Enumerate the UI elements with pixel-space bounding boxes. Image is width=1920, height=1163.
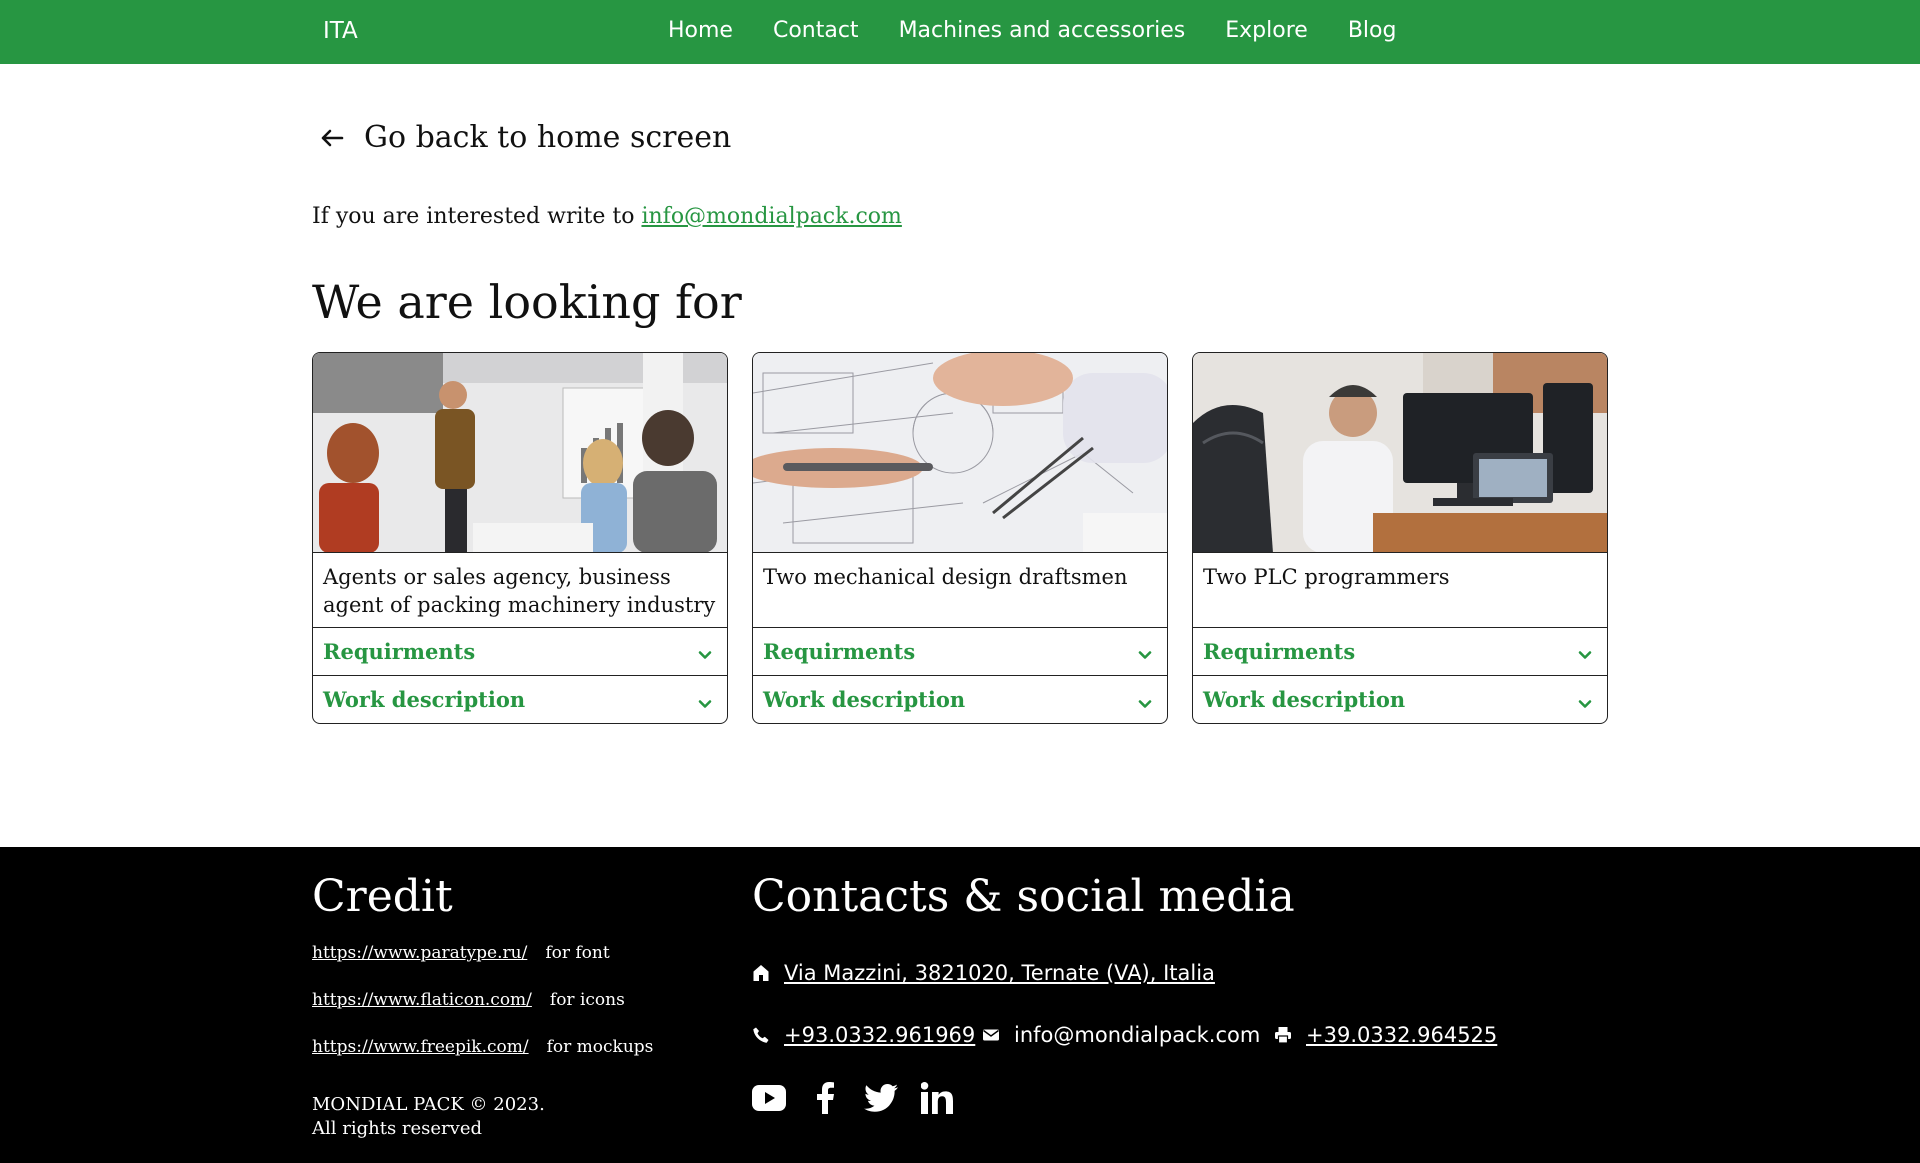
- chevron-down-icon: [697, 643, 713, 660]
- nav-link-contact[interactable]: Contact: [773, 18, 859, 43]
- job-card-title: Two mechanical design draftsmen: [753, 551, 1167, 628]
- address-row: Via Mazzini, 3821020, Ternate (VA), Ital…: [752, 961, 1215, 985]
- email-text: info@mondialpack.com: [1014, 1023, 1261, 1047]
- requirements-label: Requirments: [323, 638, 476, 664]
- fax-row: +39.0332.964525: [1274, 1023, 1497, 1047]
- twitter-icon[interactable]: [864, 1081, 898, 1115]
- top-navbar: ITA Home Contact Machines and accessorie…: [0, 0, 1920, 64]
- work-description-label: Work description: [323, 687, 526, 713]
- phone-row: +93.0332.961969: [752, 1023, 975, 1047]
- phone-icon: [752, 1026, 770, 1044]
- work-description-toggle[interactable]: Work description: [313, 675, 727, 723]
- credit-for-label: for icons: [549, 990, 625, 1010]
- job-card-image-programmer: [1193, 353, 1607, 552]
- nav-link-explore[interactable]: Explore: [1225, 18, 1308, 43]
- requirements-toggle[interactable]: Requirments: [313, 628, 727, 676]
- back-to-home-link[interactable]: Go back to home screen: [318, 120, 731, 155]
- copyright: MONDIAL PACK © 2023. All rights reserved: [312, 1093, 545, 1141]
- youtube-icon[interactable]: [752, 1081, 786, 1115]
- interest-text: If you are interested write to info@mond…: [312, 204, 902, 229]
- mail-icon: [982, 1026, 1000, 1044]
- back-link-label: Go back to home screen: [364, 120, 732, 155]
- credit-row: https://www.paratype.ru/ for font: [312, 943, 610, 963]
- job-card: Two PLC programmers Requirments Work des…: [1192, 352, 1608, 724]
- arrow-left-icon: [318, 124, 346, 152]
- page-title: We are looking for: [312, 275, 742, 329]
- job-cards: Agents or sales agency, business agent o…: [312, 352, 1608, 724]
- job-card-title: Two PLC programmers: [1193, 551, 1607, 628]
- job-card: Two mechanical design draftsmen Requirme…: [752, 352, 1168, 724]
- job-card-title: Agents or sales agency, business agent o…: [313, 551, 727, 628]
- credit-link-paratype[interactable]: https://www.paratype.ru/: [312, 943, 527, 963]
- credit-title: Credit: [312, 871, 453, 922]
- linkedin-icon[interactable]: [920, 1081, 954, 1115]
- work-description-label: Work description: [1203, 687, 1406, 713]
- language-switch-ita[interactable]: ITA: [323, 18, 358, 44]
- chevron-down-icon: [1137, 692, 1153, 708]
- credit-for-label: for font: [545, 943, 610, 963]
- fax-link[interactable]: +39.0332.964525: [1306, 1023, 1497, 1047]
- credit-link-flaticon[interactable]: https://www.flaticon.com/: [312, 990, 532, 1010]
- job-card-image-blueprint: [753, 353, 1167, 552]
- job-card: Agents or sales agency, business agent o…: [312, 352, 728, 724]
- nav-link-machines[interactable]: Machines and accessories: [899, 18, 1186, 43]
- chevron-down-icon: [1577, 643, 1593, 660]
- email-row: info@mondialpack.com: [982, 1023, 1260, 1047]
- interest-email-link[interactable]: info@mondialpack.com: [641, 204, 901, 229]
- work-description-toggle[interactable]: Work description: [753, 675, 1167, 723]
- chevron-down-icon: [1577, 692, 1593, 708]
- printer-icon: [1274, 1026, 1292, 1044]
- address-link[interactable]: Via Mazzini, 3821020, Ternate (VA), Ital…: [784, 961, 1215, 985]
- phone-link[interactable]: +93.0332.961969: [784, 1023, 975, 1047]
- nav-links: Home Contact Machines and accessories Ex…: [668, 18, 1396, 43]
- credit-row: https://www.freepik.com/ for mockups: [312, 1037, 653, 1057]
- requirements-toggle[interactable]: Requirments: [1193, 628, 1607, 676]
- home-icon: [752, 964, 770, 982]
- chevron-down-icon: [697, 692, 713, 708]
- requirements-label: Requirments: [1203, 638, 1356, 664]
- credit-row: https://www.flaticon.com/ for icons: [312, 990, 625, 1010]
- chevron-down-icon: [1137, 643, 1153, 660]
- footer: Credit https://www.paratype.ru/ for font…: [0, 847, 1920, 1163]
- nav-link-home[interactable]: Home: [668, 18, 733, 43]
- requirements-label: Requirments: [763, 638, 916, 664]
- credit-for-label: for mockups: [546, 1037, 654, 1057]
- requirements-toggle[interactable]: Requirments: [753, 628, 1167, 676]
- social-links: [752, 1081, 954, 1115]
- credit-link-freepik[interactable]: https://www.freepik.com/: [312, 1037, 529, 1057]
- nav-link-blog[interactable]: Blog: [1348, 18, 1397, 43]
- contacts-title: Contacts & social media: [752, 871, 1295, 922]
- work-description-toggle[interactable]: Work description: [1193, 675, 1607, 723]
- interest-label: If you are interested write to: [312, 204, 635, 229]
- facebook-icon[interactable]: [808, 1081, 842, 1115]
- copyright-line: MONDIAL PACK © 2023.: [312, 1094, 545, 1115]
- job-card-image-meeting: [313, 353, 727, 552]
- rights-line: All rights reserved: [312, 1118, 482, 1139]
- work-description-label: Work description: [763, 687, 966, 713]
